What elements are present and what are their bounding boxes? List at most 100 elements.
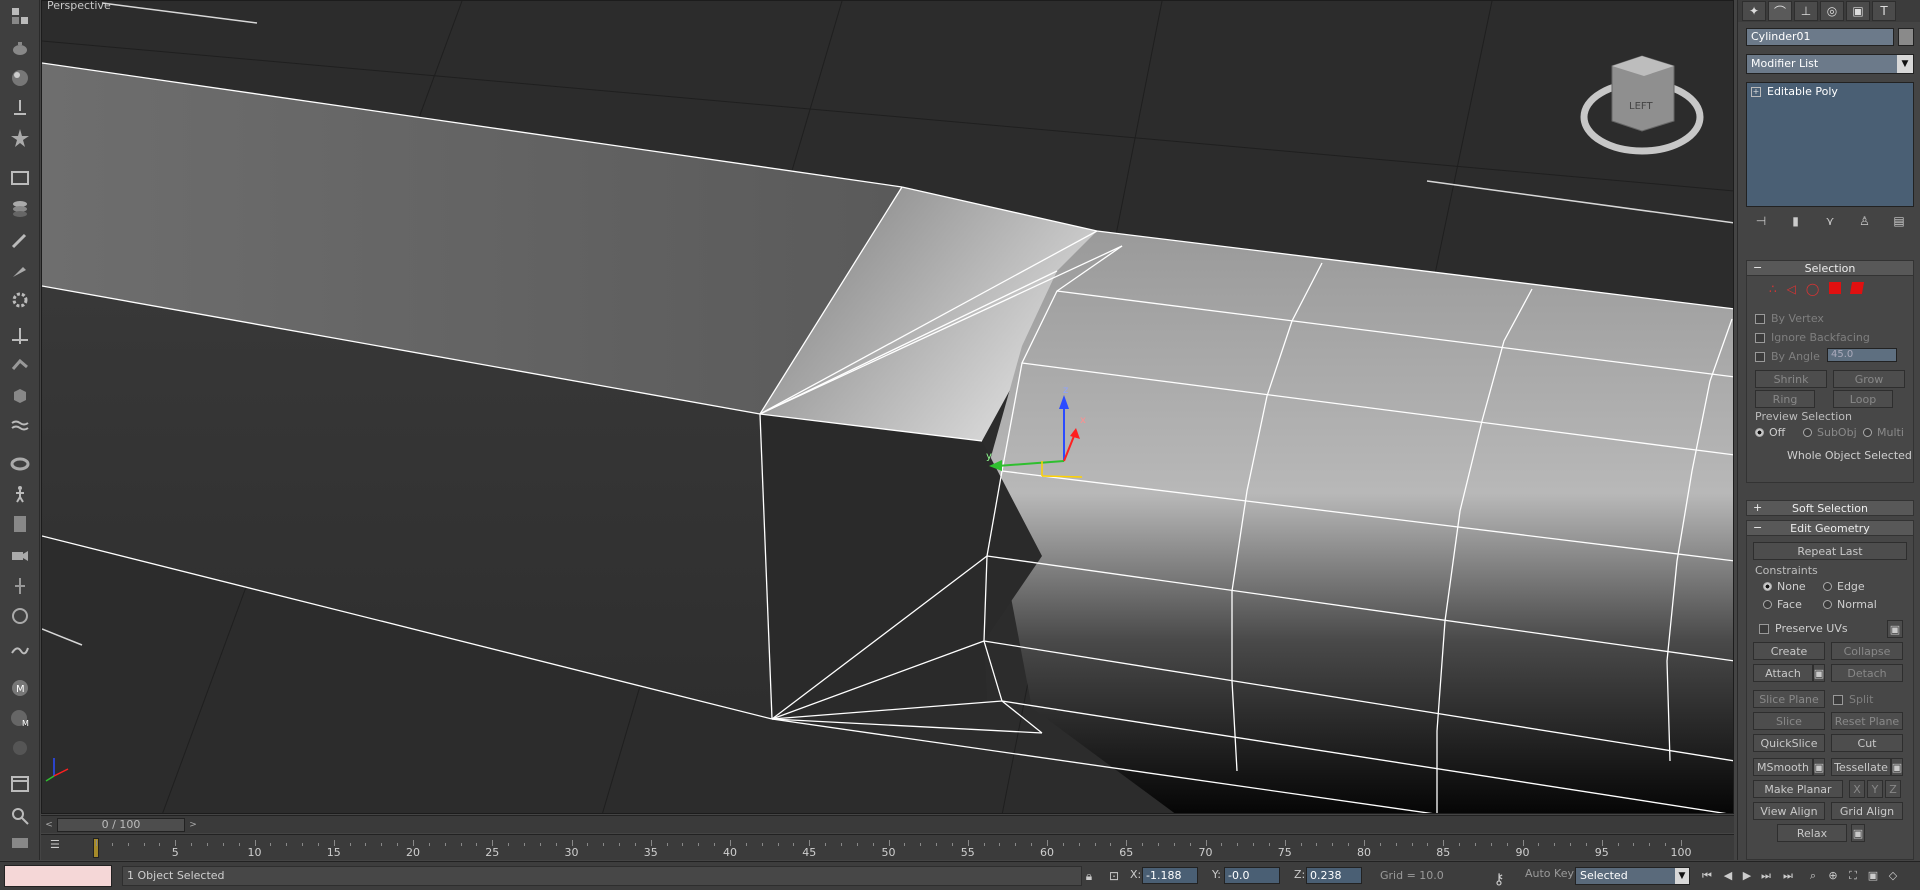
make-planar-button[interactable]: Make Planar [1753,780,1843,798]
relax-settings-icon[interactable]: ▣ [1851,824,1865,842]
display-tab-icon[interactable]: ▣ [1846,1,1870,21]
modifier-stack[interactable]: + Editable Poly [1746,82,1914,207]
create-button[interactable]: Create [1753,642,1825,660]
maxscript-icon[interactable]: M [8,676,32,700]
curve-editor-icon[interactable]: ☰ [50,838,70,856]
panel-icon[interactable] [8,772,32,796]
hierarchy-tab-icon[interactable]: ⊥ [1794,1,1818,21]
constraint-face-radio[interactable]: Face [1763,598,1802,611]
go-to-start-icon[interactable]: ⏮ [1697,867,1717,885]
tessellate-button[interactable]: Tessellate [1831,758,1891,776]
ignore-backfacing-checkbox[interactable]: Ignore Backfacing [1755,331,1870,344]
cut-button[interactable]: Cut [1831,734,1903,752]
slice-button[interactable]: Slice [1753,712,1825,730]
create-objects-icon[interactable] [8,4,32,28]
paint-icon[interactable] [8,258,32,282]
configure-sets-icon[interactable]: ▤ [1890,212,1908,230]
msmooth-settings-icon[interactable]: ▣ [1813,758,1825,776]
slice-plane-button[interactable]: Slice Plane [1753,690,1825,708]
helper-star-icon[interactable] [8,126,32,150]
screen-icon[interactable] [8,832,32,856]
y-coordinate-field[interactable]: -0.0 [1224,867,1280,884]
utilities-tab-icon[interactable]: T [1872,1,1896,21]
teapot-icon[interactable] [8,36,32,60]
polygon-icon[interactable] [1829,282,1842,294]
quickslice-button[interactable]: QuickSlice [1753,734,1825,752]
curve-icon[interactable] [8,638,32,662]
camera-icon[interactable] [8,544,32,568]
next-frame-icon[interactable]: > [187,818,199,832]
edge-icon[interactable]: ◁ [1787,282,1796,296]
planar-y-button[interactable]: Y [1867,780,1883,798]
shrink-button[interactable]: Shrink [1755,370,1827,388]
align-icon[interactable] [8,574,32,598]
angle-input[interactable]: 45.0 [1827,348,1897,362]
torus-icon[interactable] [8,452,32,476]
zoom-viewport-icon[interactable]: ⌕ [1803,867,1823,885]
play-icon[interactable]: ▶︎ [1737,867,1757,885]
selection-set-dropdown[interactable]: Selected ▼ [1575,867,1690,885]
stack-item-editable-poly[interactable]: + Editable Poly [1751,85,1838,98]
by-angle-checkbox[interactable]: By Angle [1755,350,1820,363]
object-name-field[interactable]: Cylinder01 [1746,28,1894,46]
viewport-label[interactable]: Perspective [47,1,111,12]
attach-settings-icon[interactable]: ▣ [1813,664,1825,682]
make-unique-icon[interactable]: ⋎ [1821,212,1839,230]
expand-icon[interactable]: + [1751,86,1761,97]
remove-modifier-icon[interactable]: ♙ [1856,212,1874,230]
z-coordinate-field[interactable]: 0.238 [1306,867,1362,884]
ring-button[interactable]: Ring [1755,390,1815,408]
selection-rollout-header[interactable]: − Selection [1746,260,1914,276]
constraint-edge-radio[interactable]: Edge [1823,580,1865,593]
constraint-none-radio[interactable]: None [1763,580,1806,593]
scroll-icon[interactable] [8,512,32,536]
previous-frame-icon[interactable]: ◀︎ [1718,867,1738,885]
zoom-icon[interactable] [8,804,32,828]
zoom-all-icon[interactable]: ⊕ [1823,867,1843,885]
split-checkbox[interactable]: Split [1833,693,1873,706]
show-end-result-icon[interactable]: ▮ [1787,212,1805,230]
vertex-icon[interactable]: ∴ [1769,282,1777,296]
viewcube[interactable]: LEFT [1580,55,1704,155]
material-editor-icon[interactable]: M [8,706,32,730]
collapse-button[interactable]: Collapse [1831,642,1903,660]
grow-button[interactable]: Grow [1833,370,1905,388]
field-of-view-icon[interactable]: ◇ [1883,867,1903,885]
time-slider[interactable]: < 0 / 100 > [41,815,1734,833]
window-icon[interactable] [8,166,32,190]
preserve-uvs-checkbox[interactable]: Preserve UVs [1759,622,1848,635]
modifier-list-dropdown[interactable]: Modifier List ▼ [1746,54,1914,74]
planar-x-button[interactable]: X [1849,780,1865,798]
constraint-normal-radio[interactable]: Normal [1823,598,1877,611]
perspective-viewport[interactable]: z y x LEFT Perspective [41,0,1734,814]
grid-align-button[interactable]: Grid Align [1831,802,1903,820]
prev-frame-icon[interactable]: < [43,818,55,832]
render-icon[interactable] [8,736,32,760]
pivot-icon[interactable] [8,324,32,348]
motion-tab-icon[interactable]: ◎ [1820,1,1844,21]
hand-icon[interactable] [8,354,32,378]
waves-icon[interactable] [8,414,32,438]
lock-icon[interactable]: 🔒︎ [1080,867,1098,885]
border-icon[interactable]: ◯ [1806,282,1819,296]
zoom-extents-all-icon[interactable]: ▣ [1863,867,1883,885]
brush-icon[interactable] [8,228,32,252]
relax-button[interactable]: Relax [1777,824,1847,842]
gear-icon[interactable] [8,288,32,312]
go-to-end-icon[interactable]: ⏭ [1778,867,1798,885]
next-frame-button-icon[interactable]: ⏭ [1756,867,1776,885]
cube-icon[interactable] [8,384,32,408]
globe-icon[interactable] [8,604,32,628]
biped-icon[interactable] [8,482,32,506]
preview-subobj-radio[interactable]: SubObj [1803,426,1857,439]
create-tab-icon[interactable]: ✦ [1742,1,1766,21]
x-coordinate-field[interactable]: -1.188 [1142,867,1198,884]
trackbar[interactable]: 5 10 15 20 25 30 35 40 45 50 55 60 65 70 75 80 85 90 95 100 [41,834,1734,860]
element-icon[interactable] [1850,282,1865,294]
light-icon[interactable] [8,96,32,120]
maxscript-listener[interactable] [4,865,112,887]
soft-selection-header[interactable]: + Soft Selection [1746,500,1914,516]
preview-off-radio[interactable]: Off [1755,426,1785,439]
preview-multi-radio[interactable]: Multi [1863,426,1904,439]
by-vertex-checkbox[interactable]: By Vertex [1755,312,1824,325]
